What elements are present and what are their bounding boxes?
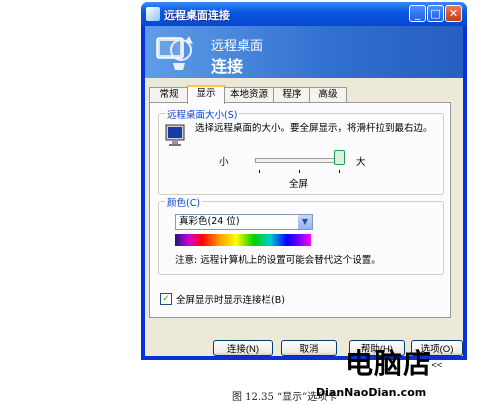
banner-title-line2: 连接 xyxy=(211,57,244,76)
desktop-size-slider-thumb[interactable] xyxy=(334,150,345,165)
size-small-label: 小 xyxy=(219,157,229,168)
tab-display[interactable]: 显示 xyxy=(187,85,225,104)
tab-programs[interactable]: 程序 xyxy=(273,87,311,102)
show-connection-bar-label: 全屏显示时显示连接栏(B) xyxy=(176,295,285,306)
close-button[interactable]: ✕ xyxy=(445,5,462,22)
desktop-size-description: 选择远程桌面的大小。要全屏显示，将滑杆拉到最右边。 xyxy=(195,123,433,134)
remote-desktop-window: 远程桌面连接 _ □ ✕ 远程桌面 连接 常规 显示 本地资源 程序 高级 远程… xyxy=(141,2,467,371)
tab-general[interactable]: 常规 xyxy=(149,87,189,102)
colors-group: 颜色(C) 真彩色(24 位) ▼ 注意: 远程计算机上的设置可能会替代这个设置… xyxy=(158,195,444,275)
watermark-url: DianNaoDian.com xyxy=(316,386,427,399)
color-spectrum-bar xyxy=(175,234,311,246)
cancel-button[interactable]: 取消 xyxy=(281,340,337,356)
monitor-icon xyxy=(165,124,185,146)
maximize-button[interactable]: □ xyxy=(427,5,444,22)
desktop-size-slider-track[interactable] xyxy=(255,158,343,163)
chevron-down-icon[interactable]: ▼ xyxy=(298,215,312,229)
window-title: 远程桌面连接 xyxy=(164,9,230,22)
banner-title-line1: 远程桌面 xyxy=(211,39,264,54)
display-tab-panel: 远程桌面大小(S) 选择远程桌面的大小。要全屏显示，将滑杆拉到最右边。 小 大 … xyxy=(149,102,451,318)
size-value-label: 全屏 xyxy=(289,179,309,190)
desktop-size-group: 远程桌面大小(S) 选择远程桌面的大小。要全屏显示，将滑杆拉到最右边。 小 大 … xyxy=(158,107,444,195)
slider-tick xyxy=(339,170,340,173)
slider-tick xyxy=(299,170,300,173)
remote-computer-icon xyxy=(156,36,193,70)
color-depth-select[interactable]: 真彩色(24 位) ▼ xyxy=(175,214,313,230)
color-depth-value: 真彩色(24 位) xyxy=(179,216,240,227)
connect-button[interactable]: 连接(N) xyxy=(213,340,273,356)
remote-desktop-icon xyxy=(146,7,160,21)
header-banner: 远程桌面 连接 xyxy=(145,26,463,78)
watermark-logo: 电脑店 xyxy=(345,347,433,380)
title-bar[interactable]: 远程桌面连接 _ □ ✕ xyxy=(141,2,467,26)
size-large-label: 大 xyxy=(356,157,366,168)
tab-local-resources[interactable]: 本地资源 xyxy=(223,87,275,102)
desktop-size-label: 远程桌面大小(S) xyxy=(165,107,240,121)
dialog-body: 远程桌面 连接 常规 显示 本地资源 程序 高级 远程桌面大小(S) 选择远程桌… xyxy=(145,26,463,371)
tab-advanced[interactable]: 高级 xyxy=(309,87,347,102)
colors-label: 颜色(C) xyxy=(165,195,203,209)
color-note: 注意: 远程计算机上的设置可能会替代这个设置。 xyxy=(175,255,381,266)
minimize-button[interactable]: _ xyxy=(409,5,426,22)
show-connection-bar-checkbox[interactable]: ✓ xyxy=(160,293,172,305)
slider-tick xyxy=(259,170,260,173)
